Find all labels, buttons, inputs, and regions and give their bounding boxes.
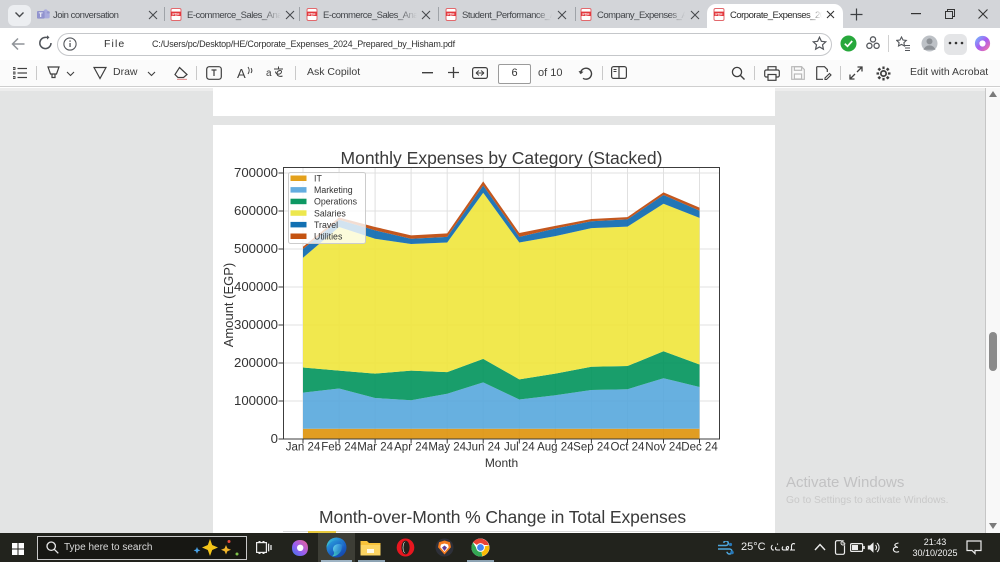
svg-text:Utilities: Utilities bbox=[314, 232, 343, 242]
svg-text:PDF: PDF bbox=[715, 12, 723, 16]
svg-text:PDF: PDF bbox=[582, 12, 590, 16]
svg-text:600000: 600000 bbox=[234, 203, 278, 218]
svg-text:200000: 200000 bbox=[234, 355, 278, 370]
svg-text:500000: 500000 bbox=[234, 241, 278, 256]
svg-text:Amount (EGP): Amount (EGP) bbox=[221, 263, 236, 348]
svg-text:Monthly Expenses by Category (: Monthly Expenses by Category (Stacked) bbox=[341, 148, 663, 168]
svg-text:Nov 24: Nov 24 bbox=[645, 442, 682, 454]
svg-text:T: T bbox=[39, 12, 43, 19]
svg-text:Jan 24: Jan 24 bbox=[286, 442, 321, 454]
svg-text:Dec 24: Dec 24 bbox=[681, 442, 718, 454]
svg-text:Sep 24: Sep 24 bbox=[573, 442, 610, 454]
svg-text:PDF: PDF bbox=[308, 12, 316, 16]
svg-text:Aug 24: Aug 24 bbox=[537, 442, 574, 454]
svg-text:100000: 100000 bbox=[234, 393, 278, 408]
svg-text:IT: IT bbox=[314, 174, 322, 184]
svg-text:Marketing: Marketing bbox=[314, 185, 353, 195]
svg-text:Salaries: Salaries bbox=[314, 208, 346, 218]
svg-text:Mar 24: Mar 24 bbox=[357, 442, 393, 454]
svg-text:Month: Month bbox=[485, 456, 518, 470]
svg-text:700000: 700000 bbox=[234, 165, 278, 180]
svg-text:Operations: Operations bbox=[314, 197, 358, 207]
svg-text:400000: 400000 bbox=[234, 279, 278, 294]
svg-text:Travel: Travel bbox=[314, 220, 338, 230]
svg-text:Jun 24: Jun 24 bbox=[466, 442, 501, 454]
svg-text:PDF: PDF bbox=[447, 12, 455, 16]
svg-text:May 24: May 24 bbox=[428, 442, 466, 454]
svg-text:PDF: PDF bbox=[172, 12, 180, 16]
svg-text:Oct 24: Oct 24 bbox=[611, 442, 645, 454]
svg-text:Apr 24: Apr 24 bbox=[394, 442, 428, 454]
svg-text:Jul 24: Jul 24 bbox=[504, 442, 535, 454]
svg-text:Feb 24: Feb 24 bbox=[321, 442, 357, 454]
svg-text:0: 0 bbox=[271, 431, 278, 446]
svg-text:300000: 300000 bbox=[234, 317, 278, 332]
